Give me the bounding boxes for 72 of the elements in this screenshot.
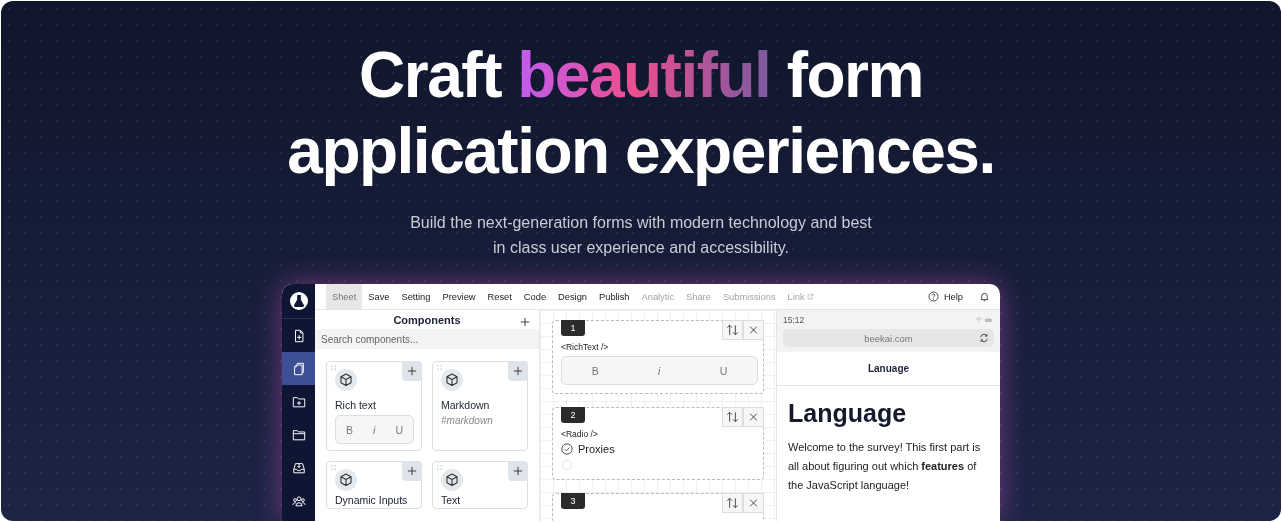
format-button[interactable]: U — [719, 364, 728, 377]
format-button[interactable]: i — [658, 364, 661, 377]
sidebar-item[interactable] — [282, 352, 315, 385]
users-icon — [291, 493, 306, 508]
card-title: Text — [441, 494, 461, 506]
panel-title: Components — [393, 313, 461, 326]
address-bar[interactable]: beekai.com — [783, 329, 994, 347]
menu-item[interactable]: Reset — [481, 284, 518, 309]
status-time: 15:12 — [783, 315, 805, 325]
help-icon — [927, 291, 939, 302]
block-number: 1 — [561, 320, 585, 336]
drag-handle-icon[interactable] — [437, 365, 442, 370]
radio-icon[interactable] — [561, 459, 573, 471]
cube-icon — [335, 469, 357, 491]
format-button[interactable]: U — [395, 423, 403, 436]
search-field[interactable]: Search components... — [315, 329, 539, 349]
menu-item[interactable]: Save — [362, 284, 396, 309]
menu-item[interactable]: Preview — [436, 284, 482, 309]
component-card[interactable]: Dynamic Inputs — [326, 461, 422, 509]
bell-icon[interactable] — [979, 291, 990, 302]
card-title: Dynamic Inputs — [335, 494, 408, 506]
reload-icon[interactable] — [979, 333, 989, 343]
hint-text: #markdown — [441, 415, 493, 426]
card-title: Markdown — [441, 399, 490, 411]
intro-paragraph: Welcome to the survey! This first part is all about figuring out which features of the JavaScript language! — [788, 440, 982, 493]
plus-icon — [513, 466, 523, 476]
wifi-battery-icon — [974, 316, 994, 324]
form-block[interactable]: 3 — [552, 493, 764, 521]
plus-icon — [407, 466, 417, 476]
block-number: 2 — [561, 407, 585, 423]
reorder-icon[interactable] — [722, 493, 743, 513]
section-heading: Language — [788, 399, 908, 428]
checked-radio-icon[interactable] — [561, 443, 573, 455]
cube-icon — [441, 369, 463, 391]
format-button[interactable]: B — [591, 364, 599, 377]
component-card[interactable]: Text — [432, 461, 528, 509]
menu-item[interactable]: Design — [552, 284, 593, 309]
option-label: Proxies — [578, 443, 615, 455]
help-button[interactable]: Help — [927, 291, 963, 302]
page-title: Lanuage — [777, 352, 1000, 386]
subtitle: Build the next-generation forms with modern technology and best in class user experience and accessibility. — [410, 213, 872, 258]
reorder-icon[interactable] — [722, 320, 743, 340]
format-button[interactable]: i — [373, 423, 376, 436]
plus-icon — [407, 366, 417, 376]
card-title: Rich text — [335, 399, 376, 411]
reorder-icon[interactable] — [722, 407, 743, 427]
form-block[interactable]: 1 <RichText /> B i U — [552, 320, 764, 394]
external-link-icon — [806, 293, 814, 300]
flask-logo-icon — [289, 292, 308, 310]
form-block[interactable]: 2 <Radio /> Proxies — [552, 407, 764, 480]
component-card[interactable]: Rich text B i U — [326, 361, 422, 451]
cube-icon — [335, 369, 357, 391]
menu-item[interactable]: Setting — [395, 284, 437, 309]
drag-handle-icon[interactable] — [437, 465, 442, 470]
menu-item[interactable]: Code — [517, 284, 553, 309]
format-button[interactable]: B — [346, 423, 353, 436]
folder-plus-icon — [291, 394, 306, 409]
headline: Craft beautiful form application experiences. — [287, 38, 995, 189]
folder-icon — [291, 427, 306, 442]
component-card[interactable]: Markdown #markdown — [432, 361, 528, 451]
drag-handle-icon[interactable] — [331, 365, 336, 370]
menu-item[interactable]: Publish — [593, 284, 636, 309]
menu-item[interactable]: Sheet — [326, 284, 363, 309]
copy-icon — [291, 361, 306, 376]
add-icon[interactable] — [520, 317, 530, 327]
drag-handle-icon[interactable] — [331, 465, 336, 470]
component-tag: <Radio /> — [561, 429, 598, 439]
inbox-icon — [291, 460, 306, 475]
component-tag: <RichText /> — [561, 342, 609, 352]
block-number: 3 — [561, 493, 585, 509]
plus-icon — [513, 366, 523, 376]
cube-icon — [441, 469, 463, 491]
